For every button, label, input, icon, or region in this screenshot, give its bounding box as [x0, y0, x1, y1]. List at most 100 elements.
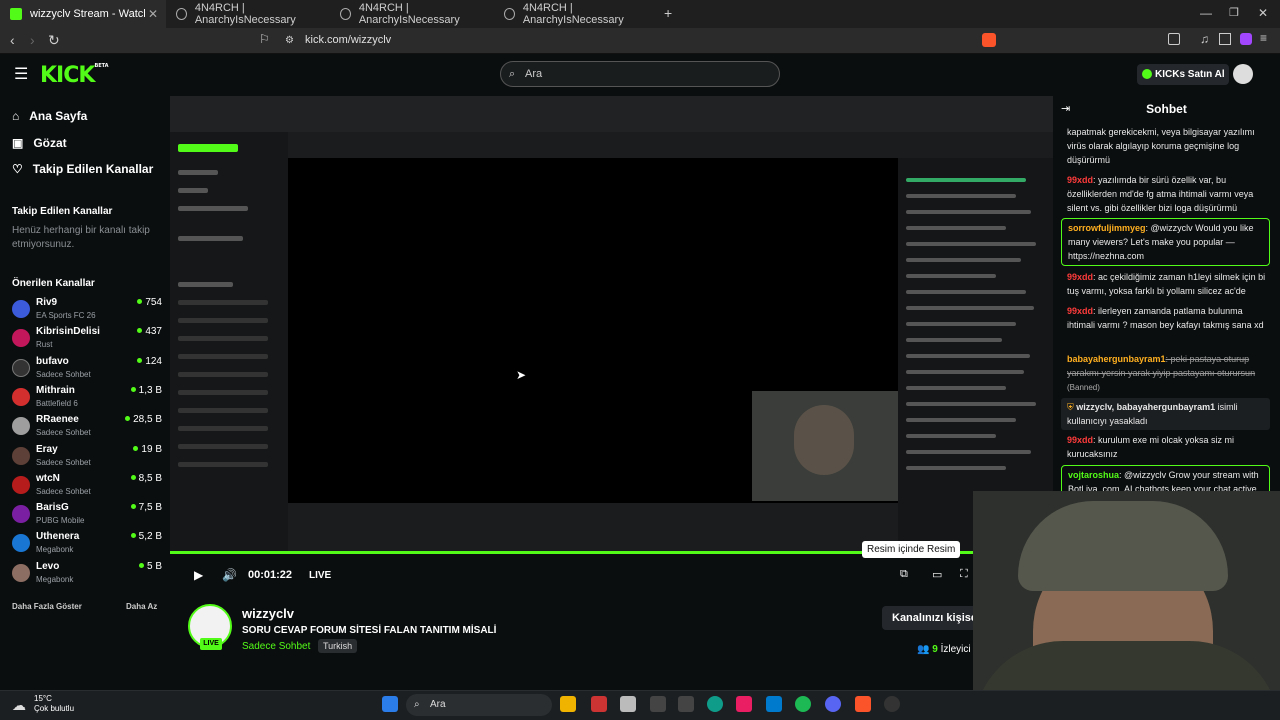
- language-tag[interactable]: Turkish: [318, 639, 358, 653]
- chat-system-message: ⛨ wizzyclv, babayahergunbayram1 isimli k…: [1061, 398, 1270, 430]
- user-avatar[interactable]: [1233, 64, 1253, 84]
- pip-tooltip: Resim içinde Resim: [862, 541, 961, 558]
- nav-home[interactable]: ⌂ Ana Sayfa: [12, 109, 87, 123]
- channel-item[interactable]: BarisG PUBG Mobile 7,5 B: [12, 502, 162, 530]
- browser-tab[interactable]: wizzyclv Stream - Watch Live on ✕: [0, 0, 166, 28]
- browser-tab[interactable]: 4N4RCH | AnarchyIsNecessary: [494, 0, 658, 28]
- address-bar: ‹ › ↻ ⚐ ⚙ kick.com/wizzyclv ♫ ≡: [0, 28, 1280, 54]
- brave-shield-icon[interactable]: [982, 33, 996, 47]
- show-less-link[interactable]: Daha Az: [126, 602, 157, 611]
- fullscreen-icon[interactable]: ⛶: [960, 568, 968, 581]
- nav-browse[interactable]: ▣ Gözat: [12, 136, 67, 150]
- streamer-name[interactable]: wizzyclv: [242, 606, 294, 621]
- play-icon[interactable]: ▶: [194, 568, 203, 582]
- video-player[interactable]: ➤: [170, 96, 1053, 551]
- app-icon[interactable]: [591, 696, 607, 712]
- browser-tab[interactable]: 4N4RCH | AnarchyIsNecessary: [330, 0, 494, 28]
- viewers-icon: 👥: [917, 644, 930, 655]
- obs-icon[interactable]: [884, 696, 900, 712]
- chat-message: sorrowfuljimmyeg: @wizzyclv Would you li…: [1061, 218, 1270, 266]
- search-icon: ⌕: [414, 699, 420, 710]
- playback-time: 00:01:22: [248, 569, 293, 581]
- discord-icon[interactable]: [825, 696, 841, 712]
- app-icon[interactable]: [736, 696, 752, 712]
- shield-icon: ⛨: [1067, 402, 1077, 412]
- channel-item[interactable]: Eray Sadece Sohbet 19 B: [12, 444, 162, 472]
- volume-icon[interactable]: 🔊: [222, 568, 237, 582]
- brave-icon[interactable]: [855, 696, 871, 712]
- taskbar-search[interactable]: ⌕ Ara: [406, 694, 552, 716]
- player-controls: ▶ 🔊 00:01:22 LIVE ⧉ ▭ ⛶: [170, 560, 1053, 592]
- video-content-sidebar: [170, 132, 288, 551]
- forward-icon[interactable]: ›: [30, 32, 35, 48]
- screenshot-icon[interactable]: [1168, 33, 1180, 45]
- media-icon[interactable]: ♫: [1200, 32, 1209, 46]
- app-icon[interactable]: [650, 696, 666, 712]
- theater-icon[interactable]: ▭: [932, 568, 942, 581]
- app-icon[interactable]: [620, 696, 636, 712]
- cursor-icon: ➤: [516, 368, 527, 382]
- spotify-icon[interactable]: [795, 696, 811, 712]
- menu-icon[interactable]: ≡: [1260, 31, 1267, 45]
- channel-avatar: [12, 505, 30, 523]
- back-icon[interactable]: ‹: [10, 32, 15, 48]
- followed-title: Takip Edilen Kanallar: [12, 206, 113, 217]
- search-placeholder: Ara: [525, 68, 543, 80]
- browser-tab-bar: wizzyclv Stream - Watch Live on ✕ 4N4RCH…: [0, 0, 1280, 28]
- pip-icon[interactable]: ⧉: [900, 568, 908, 581]
- url-field[interactable]: kick.com/wizzyclv: [305, 34, 391, 46]
- channel-item[interactable]: wtcN Sadece Sohbet 8,5 B: [12, 473, 162, 501]
- channel-item[interactable]: bufavo Sadece Sohbet 124: [12, 356, 162, 384]
- channel-item[interactable]: Levo Megabonk 5 B: [12, 561, 162, 589]
- new-tab-button[interactable]: +: [664, 5, 672, 21]
- buy-kicks-button[interactable]: KICKs Satın Al: [1137, 64, 1229, 85]
- app-icon[interactable]: [678, 696, 694, 712]
- channel-item[interactable]: Riv9 EA Sports FC 26 754: [12, 297, 162, 325]
- kick-favicon-icon: [10, 8, 22, 20]
- close-window-icon[interactable]: ✕: [1258, 6, 1268, 20]
- bookmark-icon[interactable]: ⚐: [259, 32, 270, 46]
- channel-item[interactable]: KibrisinDelisi Rust 437: [12, 326, 162, 354]
- close-tab-icon[interactable]: ✕: [148, 7, 158, 21]
- sidebar-toggle-icon[interactable]: [1219, 33, 1231, 45]
- search-icon: ⌕: [509, 68, 516, 80]
- home-icon: ⌂: [12, 109, 20, 123]
- stream-category[interactable]: Sadece Sohbet: [242, 641, 310, 652]
- windows-start-icon[interactable]: [382, 696, 398, 712]
- channel-item[interactable]: RRaenee Sadece Sohbet 28,5 B: [12, 414, 162, 442]
- channel-avatar: [12, 388, 30, 406]
- followed-empty-text: Henüz herhangi bir kanalı takip etmiyors…: [12, 225, 150, 250]
- stream-info: LIVE wizzyclv SORU CEVAP FORUM SİTESİ FA…: [170, 592, 1053, 688]
- video-content-browser-bar: [170, 96, 1053, 132]
- globe-icon: [340, 8, 351, 20]
- globe-icon: [504, 8, 515, 20]
- channel-item[interactable]: Uthenera Megabonk 5,2 B: [12, 531, 162, 559]
- channel-avatar: [12, 300, 30, 318]
- hamburger-menu-icon[interactable]: ☰: [14, 64, 28, 84]
- channel-item[interactable]: Mithrain Battlefield 6 1,3 B: [12, 385, 162, 413]
- show-more-link[interactable]: Daha Fazla Göster: [12, 602, 82, 611]
- chat-message: vojtaroshua: @wizzyclv Grow your stream …: [1061, 465, 1270, 491]
- browser-tab[interactable]: 4N4RCH | AnarchyIsNecessary: [166, 0, 330, 28]
- tab-title: 4N4RCH | AnarchyIsNecessary: [522, 2, 624, 26]
- heart-icon: ♡: [12, 162, 23, 176]
- minimize-icon[interactable]: —: [1200, 6, 1212, 20]
- file-explorer-icon[interactable]: [560, 696, 576, 712]
- video-content-camera: [752, 391, 898, 501]
- extension-icon[interactable]: [1240, 33, 1252, 45]
- recommended-title: Önerilen Kanallar: [12, 278, 95, 289]
- site-info-icon[interactable]: ⚙: [285, 35, 294, 46]
- chat-message: kapatmak gerekicekmi, veya bilgisayar ya…: [1067, 127, 1255, 165]
- kick-logo[interactable]: KICKBETA: [40, 63, 109, 88]
- os-taskbar: ☁ 15°C Çok bulutlu ⌕ Ara: [0, 690, 1280, 720]
- weather-widget[interactable]: 15°C Çok bulutlu: [34, 694, 74, 714]
- vscode-icon[interactable]: [766, 696, 782, 712]
- edge-icon[interactable]: [707, 696, 723, 712]
- search-input[interactable]: ⌕ Ara: [500, 61, 780, 87]
- maximize-icon[interactable]: ❐: [1229, 6, 1239, 19]
- nav-following[interactable]: ♡ Takip Edilen Kanallar: [12, 162, 153, 176]
- channel-avatar: [12, 476, 30, 494]
- reload-icon[interactable]: ↻: [48, 32, 60, 49]
- channel-avatar: [12, 329, 30, 347]
- weather-icon: ☁: [12, 697, 26, 713]
